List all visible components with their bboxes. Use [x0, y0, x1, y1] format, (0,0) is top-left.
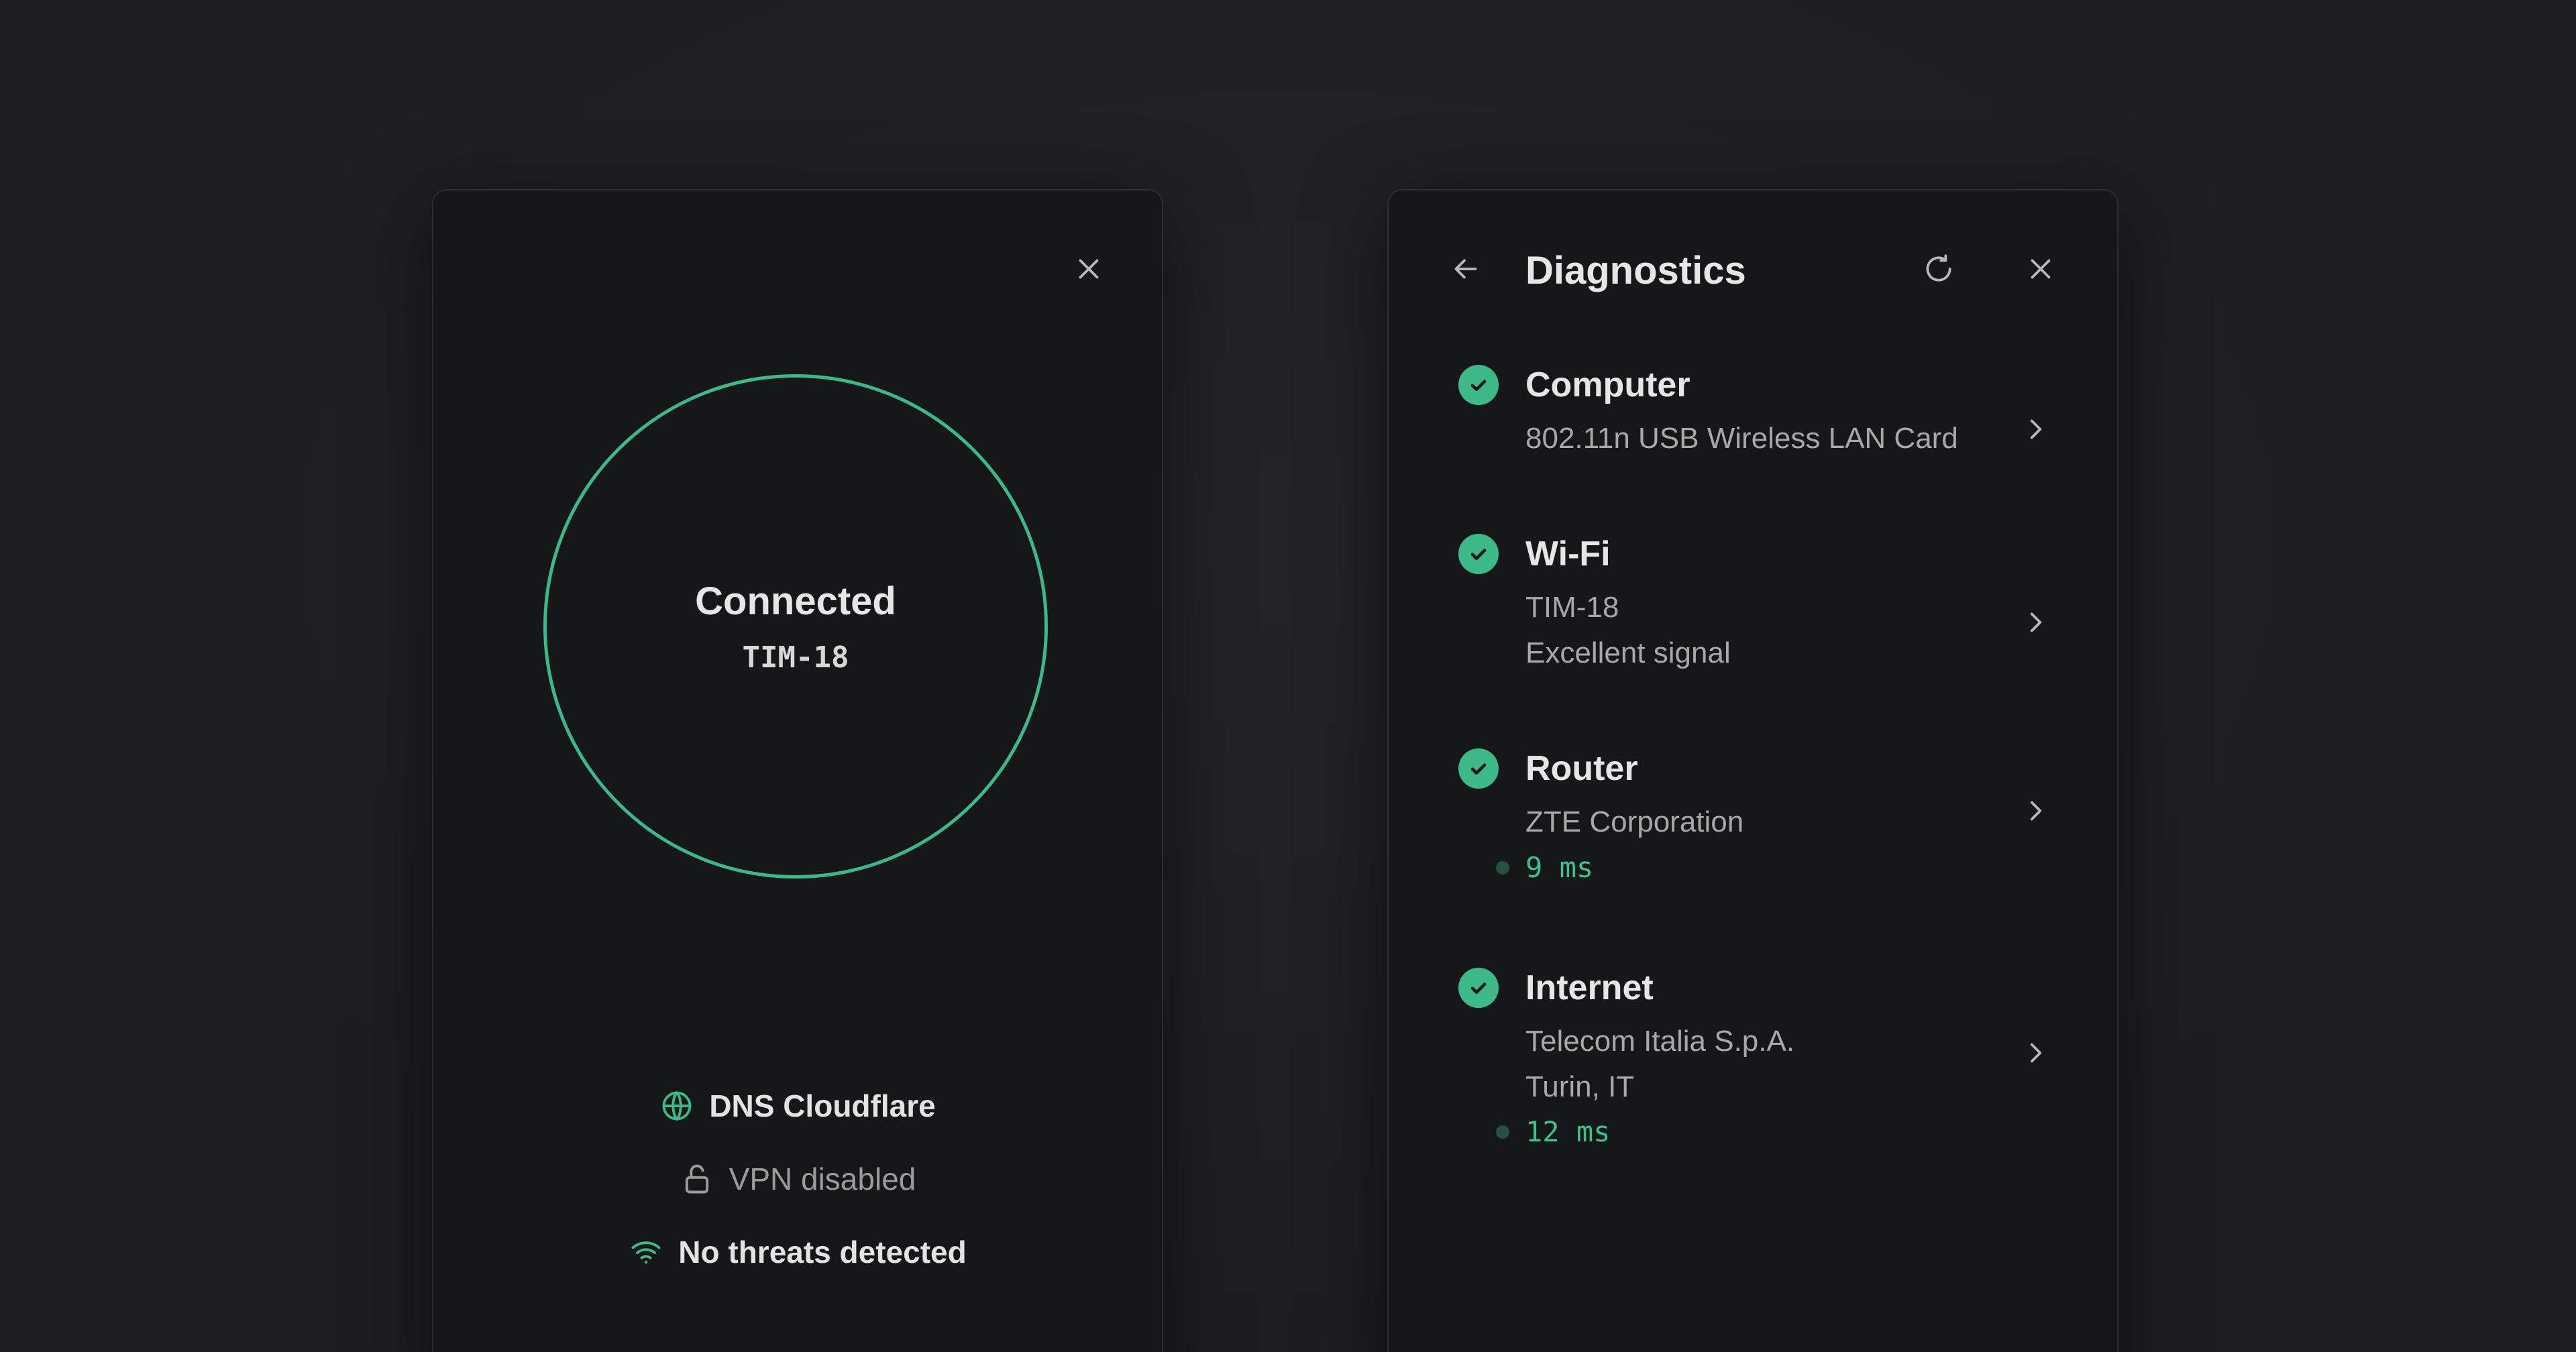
vpn-status: VPN disabled — [433, 1142, 1162, 1215]
globe-icon — [662, 1090, 692, 1121]
item-title: Computer — [1525, 365, 1690, 404]
check-circle-icon — [1458, 748, 1499, 789]
wifi-icon — [631, 1241, 661, 1263]
item-detail: TIM-18 — [1525, 591, 1619, 624]
close-icon[interactable] — [1062, 242, 1116, 296]
arrow-left-icon[interactable] — [1439, 242, 1493, 296]
check-circle-icon — [1458, 365, 1499, 405]
refresh-icon[interactable] — [1912, 242, 1966, 296]
threats-label: No threats detected — [678, 1234, 967, 1270]
screen: Connected TIM-18 DNS Cloudflare VPN disa… — [0, 0, 2576, 1352]
close-icon[interactable] — [2014, 242, 2068, 296]
chevron-right-icon — [2030, 612, 2042, 632]
dns-label: DNS Cloudflare — [709, 1088, 936, 1123]
latency-dot — [1496, 860, 1509, 875]
item-title: Internet — [1525, 968, 1654, 1007]
dns-status: DNS Cloudflare — [433, 1069, 1162, 1142]
latency-value: 9 ms — [1525, 851, 1594, 884]
connection-status-ring: Connected TIM-18 — [543, 374, 1048, 879]
unlock-icon — [685, 1164, 708, 1193]
item-detail: Telecom Italia S.p.A. — [1525, 1025, 1795, 1058]
check-circle-icon — [1458, 968, 1499, 1008]
diagnostics-panel: Diagnostics Computer 802.11n USB Wireles… — [1387, 189, 2118, 1352]
latency-indicator: 12 ms — [1496, 1115, 1610, 1148]
connection-panel: Connected TIM-18 DNS Cloudflare VPN disa… — [432, 189, 1163, 1352]
security-status-list: DNS Cloudflare VPN disabled No threats d… — [433, 1069, 1162, 1288]
item-detail: ZTE Corporation — [1525, 805, 1744, 838]
item-title: Router — [1525, 749, 1638, 788]
chevron-right-icon — [2030, 1043, 2042, 1063]
network-name: TIM-18 — [742, 640, 849, 675]
latency-value: 12 ms — [1525, 1115, 1611, 1148]
item-title: Wi-Fi — [1525, 534, 1611, 573]
latency-indicator: 9 ms — [1496, 851, 1593, 884]
connection-status-title: Connected — [695, 579, 896, 623]
latency-dot — [1496, 1125, 1509, 1139]
item-detail: Turin, IT — [1525, 1070, 1635, 1103]
item-detail: 802.11n USB Wireless LAN Card — [1525, 422, 1958, 455]
item-detail: Excellent signal — [1525, 636, 1731, 669]
check-circle-icon — [1458, 534, 1499, 574]
threat-status: No threats detected — [433, 1215, 1162, 1288]
chevron-right-icon — [2030, 801, 2042, 821]
chevron-right-icon — [2030, 419, 2042, 439]
panel-title: Diagnostics — [1525, 249, 1746, 292]
vpn-label: VPN disabled — [729, 1161, 916, 1196]
